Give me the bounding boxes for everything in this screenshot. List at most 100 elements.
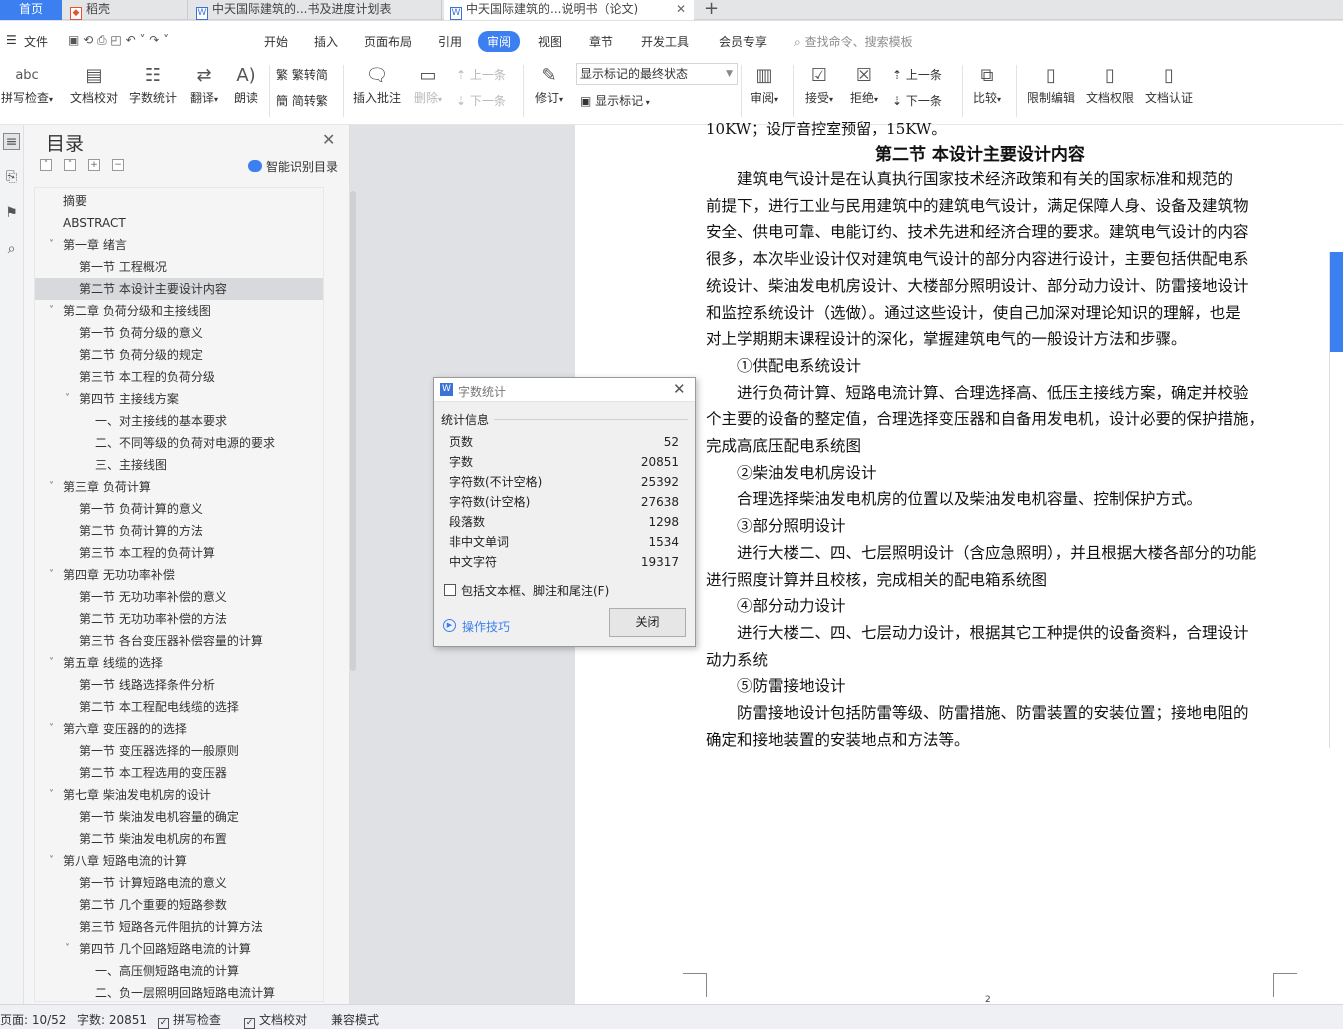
prev-comment-button[interactable]: ⇡ 上一条 — [456, 66, 506, 83]
remove-heading-icon[interactable]: − — [112, 159, 124, 171]
include-textbox-checkbox[interactable] — [444, 584, 456, 596]
toc-item[interactable]: 第二节 负荷计算的方法 — [35, 520, 323, 542]
menu-start[interactable]: 开始 — [264, 33, 288, 50]
doc-proof-button[interactable]: ▤ 文档校对 — [68, 63, 120, 106]
delete-comment-button[interactable]: ▭ 删除▾ — [408, 63, 448, 106]
toc-item[interactable]: 第一节 柴油发电机容量的确定 — [35, 806, 323, 828]
close-button[interactable]: 关闭 — [609, 608, 686, 637]
next-change-button[interactable]: ⇣ 下一条 — [892, 92, 942, 109]
toc-item[interactable]: ˅ 第四章 无功功率补偿 — [35, 564, 323, 586]
menu-chapter[interactable]: 章节 — [589, 33, 613, 50]
toc-item[interactable]: 三、主接线图 — [35, 454, 323, 476]
spell-check-button[interactable]: abc 拼写检查▾ — [0, 63, 54, 106]
accept-button[interactable]: ☑ 接受▾ — [800, 63, 838, 106]
tips-link[interactable]: 操作技巧 — [462, 618, 510, 635]
to-simplified-button[interactable]: 簡 简转繁 — [276, 92, 328, 109]
toc-item[interactable]: ˅ 第四节 几个回路短路电流的计算 — [35, 938, 323, 960]
toc-item[interactable]: 第一节 负荷分级的意义 — [35, 322, 323, 344]
toc-item[interactable]: 第三节 短路各元件阻抗的计算方法 — [35, 916, 323, 938]
toc-item[interactable]: 第一节 无功功率补偿的意义 — [35, 586, 323, 608]
menu-review[interactable]: 审阅 — [478, 31, 521, 52]
toc-item[interactable]: ˅ 第七章 柴油发电机房的设计 — [35, 784, 323, 806]
search-icon[interactable]: ⌕ — [3, 241, 20, 258]
translate-button[interactable]: ⇄ 翻译▾ — [184, 63, 224, 106]
quick-access-icons[interactable]: ▣ ⟲ ⎙ ◰ ↶ ˅ ↷ ˅ — [68, 33, 169, 48]
play-icon[interactable]: ▶ — [443, 619, 456, 632]
toc-item[interactable]: ABSTRACT — [35, 212, 323, 234]
track-changes-button[interactable]: ✎ 修订▾ — [530, 63, 568, 106]
hamburger-icon[interactable]: ☰ — [6, 33, 17, 47]
close-tab-icon[interactable]: ✕ — [676, 0, 686, 19]
toc-item[interactable]: 第一节 负荷计算的意义 — [35, 498, 323, 520]
tab-plan-doc[interactable]: W 中天国际建筑的...书及进度计划表 — [190, 0, 442, 20]
scrollbar-thumb[interactable] — [1330, 252, 1343, 352]
compare-button[interactable]: ⧉ 比较▾ — [968, 63, 1006, 106]
toc-item[interactable]: 第二节 负荷分级的规定 — [35, 344, 323, 366]
word-count-indicator[interactable]: 字数: 20851 — [77, 1011, 147, 1028]
toc-item[interactable]: 一、高压侧短路电流的计算 — [35, 960, 323, 982]
toc-item[interactable]: 第二节 无功功率补偿的方法 — [35, 608, 323, 630]
menu-view[interactable]: 视图 — [538, 33, 562, 50]
insert-comment-button[interactable]: 🗨 插入批注 — [350, 63, 404, 106]
menu-page-layout[interactable]: 页面布局 — [364, 33, 412, 50]
chevron-down-icon[interactable]: ˅ — [49, 476, 54, 498]
dialog-titlebar[interactable]: W 字数统计 ✕ — [434, 378, 695, 402]
toc-item[interactable]: 二、不同等级的负荷对电源的要求 — [35, 432, 323, 454]
chapter-nav-icon[interactable]: ⎘ — [3, 169, 20, 186]
chevron-down-icon[interactable]: ˅ — [49, 652, 54, 674]
toc-item[interactable]: 第三节 本工程的负荷计算 — [35, 542, 323, 564]
toc-icon[interactable]: ≡ — [3, 133, 20, 150]
toc-item[interactable]: ˅ 第二章 负荷分级和主接线图 — [35, 300, 323, 322]
markup-state-select[interactable]: 显示标记的最终状态 ▼ — [576, 63, 738, 85]
chevron-down-icon[interactable]: ˅ — [49, 564, 54, 586]
toc-item[interactable]: 第一节 计算短路电流的意义 — [35, 872, 323, 894]
next-comment-button[interactable]: ⇣ 下一条 — [456, 92, 506, 109]
toc-item[interactable]: 第二节 柴油发电机房的布置 — [35, 828, 323, 850]
bookmark-icon[interactable]: ⚑ — [3, 205, 20, 222]
toc-item[interactable]: 第一节 工程概况 — [35, 256, 323, 278]
toc-item[interactable]: 第一节 线路选择条件分析 — [35, 674, 323, 696]
close-icon[interactable]: ✕ — [322, 130, 335, 149]
collapse-all-icon[interactable]: ˅ — [40, 159, 52, 171]
chevron-down-icon[interactable]: ˅ — [65, 938, 70, 960]
menu-developer[interactable]: 开发工具 — [641, 33, 689, 50]
word-count-button[interactable]: ☷ 字数统计 — [127, 63, 179, 106]
close-icon[interactable]: ✕ — [673, 380, 686, 398]
chevron-down-icon[interactable]: ˅ — [65, 388, 70, 410]
smart-toc-button[interactable]: 智能识别目录 — [248, 158, 338, 175]
add-heading-icon[interactable]: + — [88, 159, 100, 171]
chevron-down-icon[interactable]: ˅ — [49, 300, 54, 322]
review-pane-button[interactable]: ▥ 审阅▾ — [746, 63, 782, 106]
read-aloud-button[interactable]: A) 朗读 — [228, 63, 264, 106]
toc-item[interactable]: 一、对主接线的基本要求 — [35, 410, 323, 432]
tab-home[interactable]: 首页 — [0, 0, 62, 20]
toc-item[interactable]: 第二节 本工程配电线缆的选择 — [35, 696, 323, 718]
toc-item[interactable]: ˅ 第八章 短路电流的计算 — [35, 850, 323, 872]
reject-button[interactable]: ☒ 拒绝▾ — [845, 63, 883, 106]
toc-item[interactable]: ˅ 第四节 主接线方案 — [35, 388, 323, 410]
toc-item[interactable]: ˅ 第六章 变压器的的选择 — [35, 718, 323, 740]
doc-certify-button[interactable]: ▯ 文档认证 — [1142, 63, 1196, 106]
include-textbox-label[interactable]: 包括文本框、脚注和尾注(F) — [461, 582, 609, 599]
chevron-down-icon[interactable]: ˅ — [49, 718, 54, 740]
toc-item[interactable]: 第三节 本工程的负荷分级 — [35, 366, 323, 388]
toc-item[interactable]: ˅ 第三章 负荷计算 — [35, 476, 323, 498]
toc-item[interactable]: ˅ 第一章 绪言 — [35, 234, 323, 256]
menu-member[interactable]: 会员专享 — [719, 33, 767, 50]
menu-file[interactable]: 文件 — [24, 33, 48, 50]
chevron-down-icon[interactable]: ˅ — [49, 850, 54, 872]
toc-item[interactable]: 第二节 几个重要的短路参数 — [35, 894, 323, 916]
spell-check-toggle[interactable]: ✓ 拼写检查 — [158, 1011, 221, 1029]
chevron-down-icon[interactable]: ˅ — [49, 234, 54, 256]
toc-item[interactable]: 第二节 本设计主要设计内容 — [35, 278, 323, 300]
doc-proof-toggle[interactable]: ✓ 文档校对 — [244, 1011, 307, 1029]
chevron-down-icon[interactable]: ˅ — [49, 784, 54, 806]
command-search[interactable]: ⌕ 查找命令、搜索模板 — [794, 33, 913, 50]
new-tab-icon[interactable]: + — [704, 0, 719, 19]
toc-scrollbar[interactable] — [350, 191, 356, 671]
expand-all-icon[interactable]: ˄ — [64, 159, 76, 171]
toc-item[interactable]: ˅ 第五章 线缆的选择 — [35, 652, 323, 674]
tab-docer[interactable]: ◆ 稻壳 — [64, 0, 188, 20]
show-markup-button[interactable]: ▣ 显示标记 ▾ — [580, 92, 650, 109]
toc-item[interactable]: 第一节 变压器选择的一般原则 — [35, 740, 323, 762]
